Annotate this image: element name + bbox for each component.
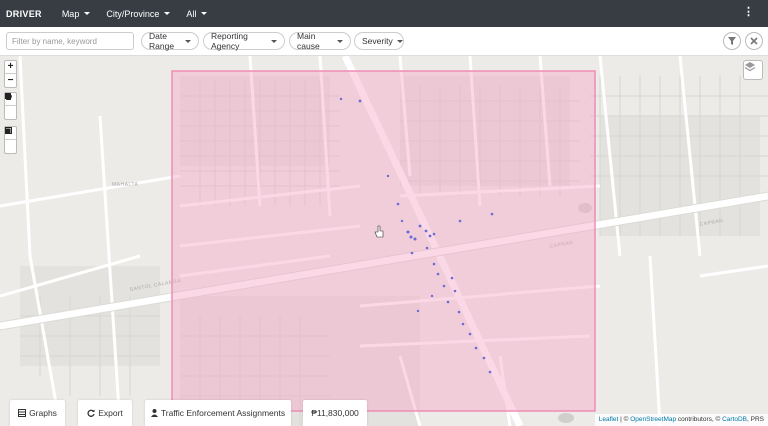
date-range-filter[interactable]: Date Range [141, 31, 199, 51]
attribution-text: , PRS [747, 416, 764, 423]
date-range-label: Date Range [149, 31, 175, 51]
chevron-down-icon [84, 12, 91, 15]
attribution-text: contributors, © [676, 416, 723, 423]
chevron-down-icon [185, 39, 191, 43]
nav-city-province-dropdown[interactable]: City/Province [98, 9, 178, 19]
trash-icon[interactable] [5, 127, 16, 153]
chevron-down-icon [337, 39, 343, 43]
nav-map-dropdown[interactable]: Map [54, 9, 99, 19]
kebab-menu-icon[interactable]: ⋮ [743, 7, 754, 18]
main-cause-label: Main cause [297, 31, 320, 51]
traffic-enforcement-button[interactable]: Traffic Enforcement Assignments [145, 400, 291, 426]
traffic-enforcement-label: Traffic Enforcement Assignments [160, 408, 286, 418]
nav-city-label: City/Province [106, 8, 160, 19]
nav-all-dropdown[interactable]: All [178, 9, 215, 19]
severity-filter[interactable]: Severity [354, 32, 404, 50]
map-canvas[interactable]: SANTOL CALAMBA CAPRAN CAPRAN MAHALTA + −… [0, 56, 768, 426]
selection-area[interactable] [171, 70, 596, 412]
export-button[interactable]: Export [78, 400, 132, 426]
attribution-text: | © [618, 416, 631, 423]
nav-map-label: Map [61, 8, 80, 19]
reporting-agency-label: Reporting Agency [211, 31, 248, 51]
refresh-icon [87, 409, 95, 417]
chevron-down-icon [271, 39, 277, 43]
street-label: MAHALTA [112, 182, 139, 188]
edit-toolbar [4, 126, 17, 154]
map-attribution: Leaflet | © OpenStreetMap contributors, … [594, 414, 768, 426]
map-tiles: SANTOL CALAMBA CAPRAN CAPRAN MAHALTA [0, 56, 768, 426]
graphs-button[interactable]: Graphs [10, 400, 65, 426]
leaflet-link[interactable]: Leaflet [599, 416, 619, 423]
reporting-agency-filter[interactable]: Reporting Agency [203, 31, 285, 51]
funnel-icon[interactable] [723, 32, 741, 50]
osm-link[interactable]: OpenStreetMap [630, 416, 676, 423]
nav-all-label: All [186, 8, 197, 19]
cartodb-link[interactable]: CartoDB [722, 416, 747, 423]
chevron-down-icon [201, 12, 208, 15]
top-navbar: DRIVER Map City/Province All ⋮ [0, 0, 768, 27]
zoom-control: + − [4, 60, 17, 88]
square-icon[interactable] [5, 93, 16, 119]
chart-icon [18, 409, 27, 417]
chevron-down-icon [396, 39, 403, 43]
export-label: Export [98, 408, 123, 418]
zoom-out-button[interactable]: − [5, 74, 16, 87]
close-icon[interactable] [745, 32, 763, 50]
cost-label: ₱11,830,000 [311, 408, 359, 418]
search-input[interactable] [6, 32, 134, 50]
graphs-label: Graphs [29, 408, 57, 418]
user-icon [150, 409, 158, 417]
layers-icon[interactable] [743, 60, 763, 80]
severity-label: Severity [362, 36, 393, 46]
zoom-in-button[interactable]: + [5, 61, 16, 74]
cost-button[interactable]: ₱11,830,000 [303, 400, 367, 426]
filter-bar: Date Range Reporting Agency Main cause S… [0, 27, 768, 56]
draw-toolbar [4, 92, 17, 120]
brand-logo[interactable]: DRIVER [0, 9, 54, 19]
main-cause-filter[interactable]: Main cause [289, 31, 351, 51]
chevron-down-icon [164, 12, 171, 15]
